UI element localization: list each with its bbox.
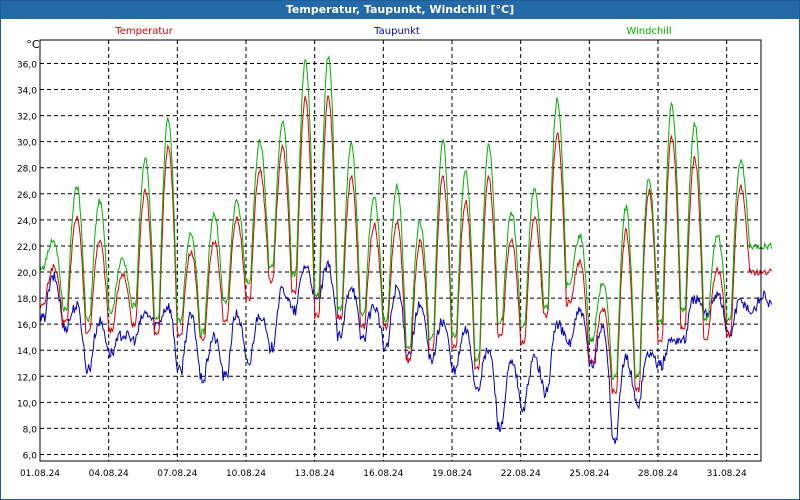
x-tick-label: 07.08.24: [157, 469, 197, 479]
y-tick-label: 10,0: [17, 399, 37, 409]
y-tick-label: 16,0: [17, 321, 37, 331]
x-tick-label: 31.08.24: [707, 469, 747, 479]
x-tick-label: 04.08.24: [89, 469, 129, 479]
y-tick-label: 32,0: [17, 113, 37, 123]
series-line-temperatur: [39, 95, 772, 395]
y-tick-label: 24,0: [17, 217, 37, 227]
legend: Temperatur Taupunkt Windchill: [114, 26, 671, 37]
x-tick-label: 16.08.24: [363, 469, 403, 479]
x-tick-label: 28.08.24: [638, 469, 678, 479]
y-tick-label: 12,0: [17, 373, 37, 383]
x-tick-label: 10.08.24: [226, 469, 266, 479]
y-axis: 6,0 8,0 10,0 12,0 14,0 16,0 18,0 20,0 22,0 24,0 26…: [17, 60, 37, 461]
y-axis-unit-label: °C: [26, 38, 40, 51]
y-tick-label: 18,0: [17, 295, 37, 305]
y-tick-label: 6,0: [23, 451, 38, 461]
y-tick-label: 22,0: [17, 243, 37, 253]
legend-entry-windchill: Windchill: [626, 26, 671, 37]
legend-entry-taupunkt: Taupunkt: [373, 26, 420, 37]
y-tick-label: 20,0: [17, 269, 37, 279]
y-tick-label: 8,0: [23, 425, 38, 435]
chart: °C 6,0 8,0 10,0 12,0 14,0 16,0 18,0 20,0 22,0 24,…: [17, 26, 772, 479]
x-axis: 01.08.24 04.08.24 07.08.24 10.08.24 13.08.24…: [20, 469, 747, 479]
x-tick-label: 25.08.24: [569, 469, 609, 479]
y-tick-label: 14,0: [17, 347, 37, 357]
y-tick-label: 28,0: [17, 165, 37, 175]
x-tick-label: 01.08.24: [20, 469, 60, 479]
y-tick-label: 30,0: [17, 139, 37, 149]
y-tick-label: 34,0: [17, 87, 37, 97]
series-line-windchill: [39, 55, 772, 381]
y-tick-label: 36,0: [17, 60, 37, 70]
legend-entry-temperatur: Temperatur: [114, 26, 173, 37]
series-layer: [39, 55, 772, 444]
x-tick-label: 22.08.24: [501, 469, 541, 479]
x-tick-label: 19.08.24: [432, 469, 472, 479]
x-tick-label: 13.08.24: [295, 469, 335, 479]
y-tick-label: 26,0: [17, 191, 37, 201]
